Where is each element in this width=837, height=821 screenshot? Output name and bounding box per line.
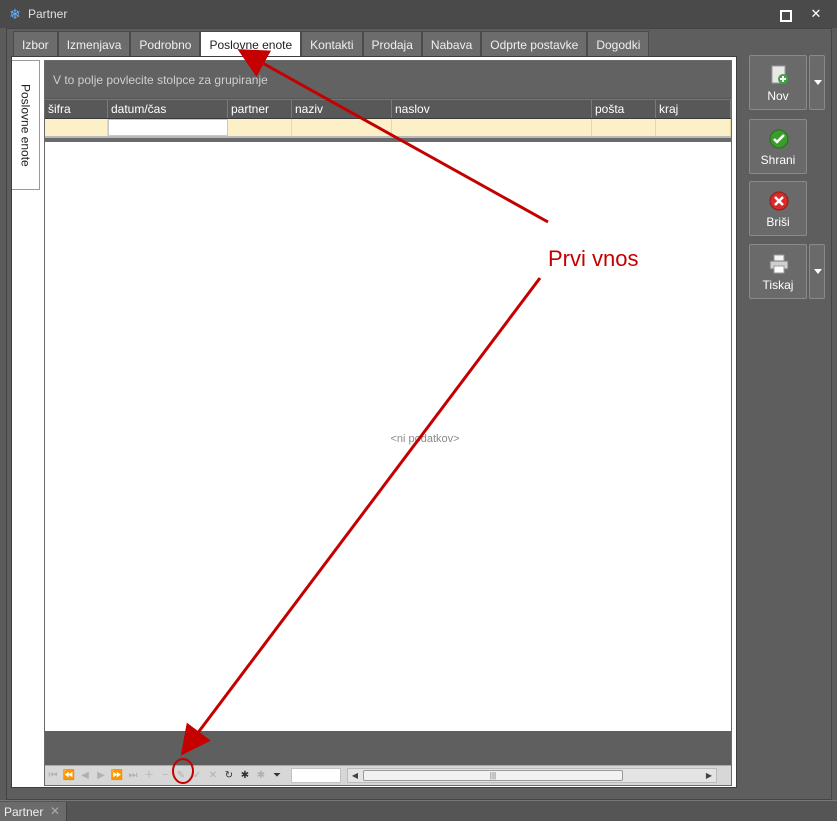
vertical-tab-poslovne-enote[interactable]: Poslovne enote <box>12 60 40 190</box>
new-row[interactable] <box>45 119 731 138</box>
new-row-cell[interactable] <box>392 119 592 136</box>
new-button-label: Nov <box>767 89 789 103</box>
checkmark-icon <box>769 129 789 149</box>
new-row-cell[interactable] <box>228 119 292 136</box>
column-header-naziv[interactable]: naziv <box>292 100 392 118</box>
grid-header: šifra datum/čas partner naziv naslov poš… <box>45 99 731 119</box>
tab-strip: Izbor Izmenjava Podrobno Poslovne enote … <box>13 31 650 59</box>
append-icon[interactable]: ＋ <box>141 768 157 784</box>
grid-separator <box>45 138 731 142</box>
scroll-thumb[interactable]: ||| <box>363 770 623 781</box>
scroll-left-icon[interactable]: ◀ <box>348 769 362 782</box>
new-dropdown-button[interactable] <box>809 55 825 110</box>
taskbar-item-label: Partner <box>4 804 44 819</box>
column-header-kraj[interactable]: kraj <box>656 100 731 118</box>
group-by-panel[interactable]: V to polje povlecite stolpce za grupiran… <box>45 61 731 99</box>
scroll-right-icon[interactable]: ▶ <box>702 769 716 782</box>
bookmark-icon[interactable]: ✱ <box>237 768 253 784</box>
delete-x-icon <box>769 191 789 211</box>
tab-izmenjava[interactable]: Izmenjava <box>57 31 131 57</box>
new-row-cell[interactable] <box>592 119 656 136</box>
tab-podrobno[interactable]: Podrobno <box>130 31 201 57</box>
save-button[interactable]: Shrani <box>749 119 807 174</box>
new-row-cell[interactable] <box>292 119 392 136</box>
title-bar: ❄ Partner ✕ <box>0 0 837 28</box>
column-header-partner[interactable]: partner <box>228 100 292 118</box>
horizontal-scrollbar[interactable]: ◀ ||| ▶ <box>347 768 717 783</box>
grid-footer <box>45 731 731 765</box>
filter-icon[interactable]: ⏷ <box>269 768 285 784</box>
new-row-cell[interactable] <box>45 119 108 136</box>
tab-nabava[interactable]: Nabava <box>421 31 482 57</box>
grid-body: <ni podatkov> <box>45 145 731 731</box>
navigator-input[interactable] <box>291 768 341 783</box>
previous-page-icon[interactable]: ⏪ <box>61 768 77 784</box>
taskbar: Partner ✕ <box>0 800 837 821</box>
remove-icon[interactable]: − <box>157 768 173 784</box>
print-dropdown-button[interactable] <box>809 244 825 299</box>
taskbar-item-partner[interactable]: Partner ✕ <box>0 802 67 821</box>
close-button[interactable]: ✕ <box>809 7 823 21</box>
column-header-naslov[interactable]: naslov <box>392 100 592 118</box>
tab-prodaja[interactable]: Prodaja <box>362 31 422 57</box>
cancel-edit-icon[interactable]: ✕ <box>205 768 221 784</box>
print-button-label: Tiskaj <box>762 278 794 292</box>
tab-poslovne-enote[interactable]: Poslovne enote <box>200 31 302 59</box>
tab-kontakti[interactable]: Kontakti <box>301 31 363 57</box>
end-edit-icon[interactable]: ✓ <box>189 768 205 784</box>
new-row-cell[interactable] <box>656 119 731 136</box>
previous-record-icon[interactable]: ◀ <box>77 768 93 784</box>
window-title: Partner <box>28 7 68 21</box>
new-document-icon <box>771 65 788 84</box>
edit-icon[interactable]: ✎ <box>173 768 189 784</box>
new-button[interactable]: Nov <box>749 55 807 110</box>
taskbar-close-icon[interactable]: ✕ <box>50 804 60 818</box>
annotation-text: Prvi vnos <box>548 246 639 271</box>
goto-bookmark-icon[interactable]: ✱ <box>253 768 269 784</box>
maximize-button[interactable] <box>779 7 793 21</box>
column-header-posta[interactable]: pošta <box>592 100 656 118</box>
data-grid: V to polje povlecite stolpce za grupiran… <box>44 60 732 786</box>
no-data-text: <ni podatkov> <box>390 433 460 445</box>
save-button-label: Shrani <box>760 153 796 167</box>
partner-window: Izbor Izmenjava Podrobno Poslovne enote … <box>6 28 832 800</box>
printer-icon <box>769 254 789 274</box>
first-record-icon[interactable]: ⏮ <box>45 768 61 784</box>
next-record-icon[interactable]: ▶ <box>93 768 109 784</box>
print-button[interactable]: Tiskaj <box>749 244 807 299</box>
next-page-icon[interactable]: ⏩ <box>109 768 125 784</box>
tab-dogodki[interactable]: Dogodki <box>587 31 650 57</box>
vertical-tab-label: Poslovne enote <box>18 83 33 167</box>
new-row-edit-cell[interactable] <box>108 119 228 136</box>
tab-izbor[interactable]: Izbor <box>13 31 58 57</box>
refresh-icon[interactable]: ↻ <box>221 768 237 784</box>
tab-panel: Poslovne enote V to polje povlecite stol… <box>11 56 737 788</box>
delete-button-label: Briši <box>766 215 790 229</box>
data-navigator: ⏮ ⏪ ◀ ▶ ⏩ ⏭ ＋ − ✎ ✓ ✕ ↻ ✱ ✱ ⏷ ◀ ||| ▶ <box>45 765 731 785</box>
tab-odprte-postavke[interactable]: Odprte postavke <box>481 31 588 57</box>
column-header-datum-cas[interactable]: datum/čas <box>108 100 228 118</box>
column-header-sifra[interactable]: šifra <box>45 100 108 118</box>
app-snowflake-icon: ❄ <box>9 6 21 22</box>
delete-button[interactable]: Briši <box>749 181 807 236</box>
last-record-icon[interactable]: ⏭ <box>125 768 141 784</box>
